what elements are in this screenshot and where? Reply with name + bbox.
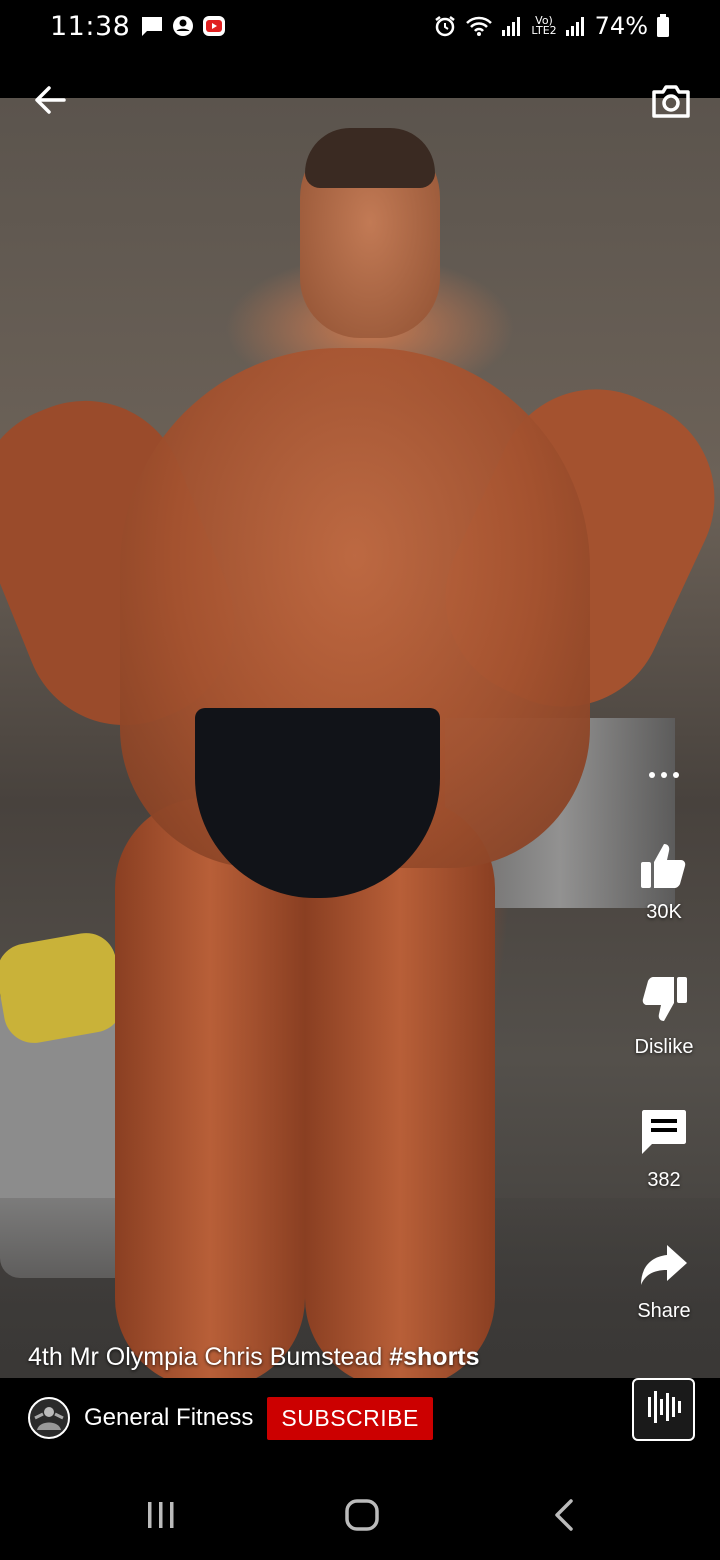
account-icon (172, 15, 194, 37)
thumbs-down-icon (639, 975, 689, 1030)
battery-icon (656, 14, 670, 38)
home-button[interactable] (332, 1492, 392, 1542)
comments-button[interactable]: 382 (614, 1108, 714, 1192)
music-bars-icon (644, 1387, 684, 1432)
dislike-label: Dislike (634, 1036, 694, 1058)
sound-thumbnail-button[interactable] (632, 1378, 695, 1441)
battery-percent: 74% (594, 12, 648, 40)
volte-icon: Vo) LTE2 (531, 14, 557, 37)
status-system-icons: Vo) LTE2 74% (433, 12, 670, 40)
like-button[interactable]: 30K (614, 840, 714, 924)
signal-icon (565, 15, 587, 37)
wifi-icon (465, 15, 493, 37)
back-button[interactable] (26, 80, 74, 124)
arrow-left-icon (34, 85, 66, 120)
video-title-hashtag[interactable]: #shorts (389, 1343, 479, 1371)
message-icon (140, 15, 164, 37)
channel-bar: General Fitness SUBSCRIBE (0, 1378, 720, 1458)
camera-icon (651, 83, 691, 124)
back-nav-button[interactable] (534, 1492, 594, 1542)
video-figure-hair (305, 128, 435, 188)
recents-button[interactable] (131, 1492, 191, 1542)
more-options-button[interactable] (632, 760, 696, 790)
comment-icon (640, 1108, 688, 1163)
video-title[interactable]: 4th Mr Olympia Chris Bumstead #shorts (28, 1343, 480, 1372)
camera-button[interactable] (646, 80, 696, 126)
video-player[interactable] (0, 98, 720, 1378)
subscribe-button[interactable]: SUBSCRIBE (267, 1396, 433, 1440)
home-icon (344, 1498, 380, 1537)
youtube-icon (202, 15, 226, 37)
status-notification-icons (140, 15, 226, 37)
like-count: 30K (646, 901, 682, 923)
system-nav-bar (0, 1470, 720, 1560)
status-bar: 11:38 Vo) LTE2 74% (0, 0, 720, 52)
share-label: Share (637, 1300, 691, 1322)
recents-icon (145, 1500, 177, 1535)
comment-count: 382 (647, 1169, 681, 1191)
signal-icon (501, 15, 523, 37)
status-time: 11:38 (50, 10, 131, 42)
channel-avatar[interactable] (28, 1397, 70, 1439)
dislike-button[interactable]: Dislike (614, 975, 714, 1059)
share-button[interactable]: Share (614, 1243, 714, 1323)
channel-name[interactable]: General Fitness (84, 1404, 253, 1432)
share-arrow-icon (639, 1243, 689, 1294)
back-chevron-icon (552, 1498, 576, 1537)
more-horizontal-icon (648, 766, 680, 784)
thumbs-up-icon (639, 840, 689, 895)
alarm-icon (433, 14, 457, 38)
video-title-text: 4th Mr Olympia Chris Bumstead (28, 1343, 390, 1371)
